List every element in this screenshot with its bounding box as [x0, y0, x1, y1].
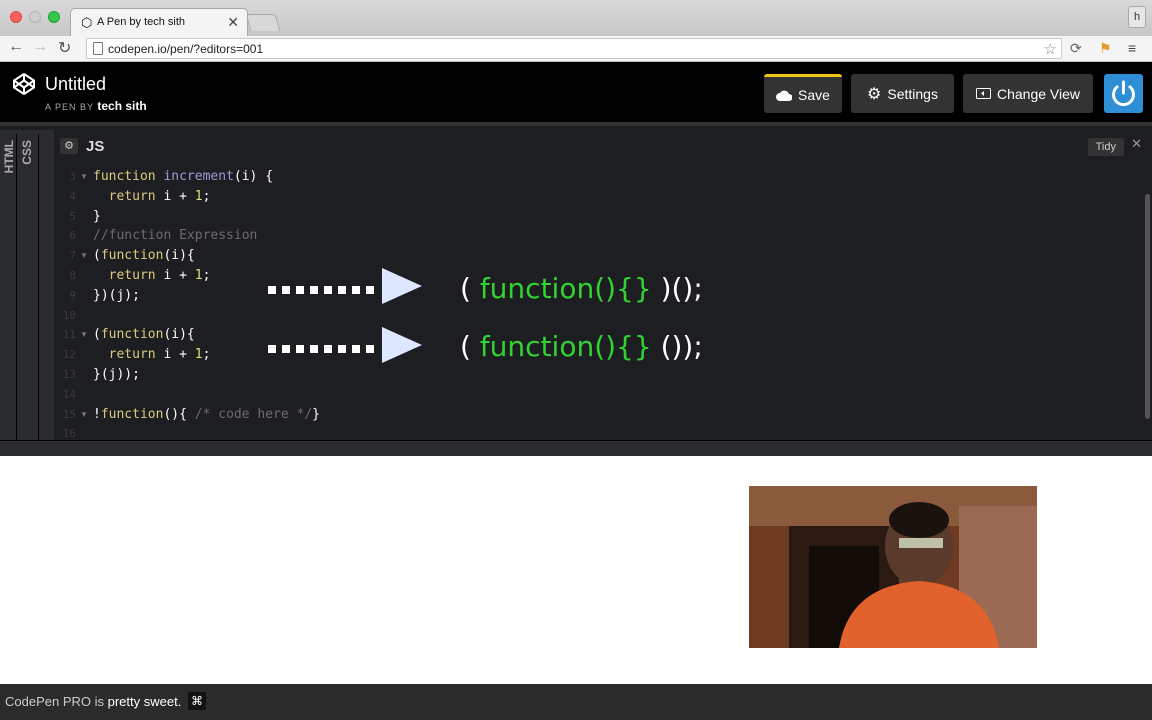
line-number: 12 — [62, 348, 76, 362]
bookmarks-extension-icon[interactable]: ⚑ — [1099, 40, 1112, 57]
line-number: 7 — [69, 249, 76, 263]
sync-extension-icon[interactable]: ⟳ — [1070, 40, 1082, 57]
line-number: 10 — [62, 308, 76, 322]
line-number: 14 — [62, 387, 76, 401]
promo-footer: CodePen PRO is pretty sweet. ⌘ — [0, 684, 1152, 720]
code-line[interactable]: })(j); — [93, 286, 140, 306]
arrowhead-icon — [382, 327, 422, 363]
overlay-line-1: ( function(){} )(); — [460, 272, 703, 305]
bookmark-star-icon[interactable]: ☆ — [1044, 40, 1057, 58]
code-line[interactable]: return i + 1; — [93, 266, 211, 286]
codepen-favicon-icon: ⬡ — [81, 15, 93, 30]
codepen-logo-icon[interactable] — [12, 72, 36, 96]
line-number: 13 — [62, 368, 76, 381]
url-text[interactable]: codepen.io/pen/?editors=001 — [108, 42, 263, 56]
code-line[interactable]: } — [93, 207, 101, 227]
promo-text[interactable]: CodePen PRO is pretty sweet. — [5, 694, 181, 709]
code-line[interactable]: (function(i){ — [93, 246, 195, 266]
settings-label: Settings — [887, 85, 938, 102]
tidy-button[interactable]: Tidy — [1087, 138, 1124, 156]
line-number: 3 — [69, 170, 76, 183]
tab-title: A Pen by tech sith — [97, 16, 186, 28]
divider — [38, 134, 39, 447]
save-button[interactable]: Save — [764, 74, 842, 113]
line-number: 15 — [62, 407, 76, 421]
dotted-arrow-1 — [268, 284, 374, 296]
code-line[interactable]: (function(i){ — [93, 325, 195, 345]
cloud-icon — [776, 90, 793, 101]
change-view-button[interactable]: Change View — [963, 74, 1093, 113]
minimize-window-button[interactable] — [29, 11, 41, 23]
save-label: Save — [798, 87, 830, 103]
dotted-arrow-2 — [268, 343, 374, 355]
fold-arrow-icon[interactable]: ▼ — [80, 246, 88, 266]
pen-title[interactable]: Untitled — [45, 74, 106, 95]
overlay-line-2: ( function(){} ()); — [460, 330, 703, 363]
line-number: 6 — [69, 229, 76, 243]
preview-pane — [0, 456, 1152, 684]
editor-area: HTML CSS ⚙ JS Tidy ✕ 3 ▼ function incremen… — [0, 122, 1152, 447]
close-window-button[interactable] — [10, 11, 22, 23]
vertical-scrollbar[interactable] — [1145, 194, 1150, 419]
zoom-window-button[interactable] — [48, 11, 60, 23]
change-view-label: Change View — [996, 85, 1081, 102]
line-number: 9 — [69, 288, 76, 302]
settings-button[interactable]: ⚙ Settings — [851, 74, 954, 113]
reload-icon[interactable]: ↻ — [58, 38, 71, 58]
code-line[interactable]: return i + 1; — [93, 187, 211, 207]
tab-close-icon[interactable]: ✕ — [227, 14, 239, 31]
new-tab-button[interactable] — [245, 14, 281, 31]
forward-arrow-icon[interactable]: → — [32, 38, 48, 56]
profile-button[interactable]: h — [1128, 6, 1146, 28]
editor-resize-handle[interactable] — [0, 440, 1152, 456]
command-key-icon[interactable]: ⌘ — [188, 692, 206, 710]
line-number: 5 — [69, 209, 76, 223]
page-icon — [93, 42, 103, 55]
fold-arrow-icon[interactable]: ▼ — [80, 167, 88, 187]
code-line[interactable]: function increment(i) { — [93, 167, 273, 187]
collapsed-editors: HTML CSS — [0, 130, 54, 447]
layout-icon — [975, 88, 991, 99]
line-number: 8 — [69, 269, 76, 282]
menu-icon[interactable]: ≡ — [1128, 40, 1136, 56]
arrowhead-icon — [382, 268, 422, 304]
fold-arrow-icon[interactable]: ▼ — [80, 325, 88, 345]
address-bar[interactable]: codepen.io/pen/?editors=001 ☆ — [86, 38, 1062, 59]
js-settings-gear-icon[interactable]: ⚙ — [60, 138, 78, 154]
css-editor-tab[interactable]: CSS — [20, 140, 34, 165]
back-arrow-icon[interactable]: ← — [8, 38, 24, 56]
power-icon — [1112, 80, 1135, 107]
line-number: 4 — [69, 189, 76, 203]
code-line[interactable]: }(j)); — [93, 365, 140, 385]
divider — [16, 134, 17, 447]
codepen-header: Untitled A PEN BY tech sith Save ⚙ Setti… — [0, 62, 1152, 122]
code-line[interactable]: return i + 1; — [93, 345, 211, 365]
close-panel-icon[interactable]: ✕ — [1131, 136, 1142, 152]
code-line[interactable]: //function Expression — [93, 226, 257, 246]
code-line[interactable]: !function(){ /* code here */} — [93, 405, 320, 425]
browser-toolbar: ← → ↻ codepen.io/pen/?editors=001 ☆ ⟳ ⚑ … — [0, 36, 1152, 62]
fold-arrow-icon[interactable]: ▼ — [80, 405, 88, 425]
html-editor-tab[interactable]: HTML — [2, 140, 16, 173]
line-number: 11 — [62, 328, 76, 342]
power-button[interactable] — [1104, 74, 1143, 113]
webcam-video — [749, 486, 1037, 648]
author-link[interactable]: tech sith — [97, 99, 146, 113]
js-panel-title: JS — [86, 138, 105, 155]
gear-icon: ⚙ — [867, 85, 882, 103]
js-editor-header: ⚙ JS Tidy ✕ — [54, 130, 1152, 162]
pen-byline: A PEN BY tech sith — [45, 99, 147, 113]
browser-tabstrip: ⬡ A Pen by tech sith ✕ h — [0, 0, 1152, 36]
browser-tab[interactable]: ⬡ A Pen by tech sith ✕ — [70, 8, 248, 36]
byline-prefix: A PEN BY — [45, 102, 94, 112]
